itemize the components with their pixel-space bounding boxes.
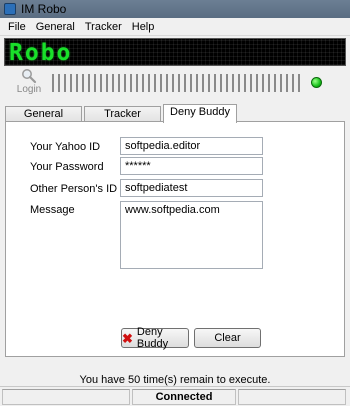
- menu-general[interactable]: General: [31, 21, 80, 33]
- status-cell-right: [238, 389, 346, 405]
- execution-remaining-message: You have 50 time(s) remain to execute.: [79, 374, 271, 386]
- tab-tracker[interactable]: Tracker: [84, 106, 161, 122]
- connection-status: Connected: [132, 389, 236, 405]
- menu-tracker[interactable]: Tracker: [80, 21, 127, 33]
- deny-buddy-button[interactable]: ✖ Deny Buddy: [121, 326, 189, 350]
- clear-button[interactable]: Clear: [194, 328, 261, 348]
- tab-strip: General Tracker Deny Buddy: [5, 104, 345, 123]
- status-cell-left: [2, 389, 130, 405]
- window-title: IM Robo: [21, 2, 67, 16]
- password-label: Your Password: [30, 161, 104, 173]
- yahoo-id-field[interactable]: softpedia.editor: [120, 137, 263, 155]
- menu-file[interactable]: File: [3, 21, 31, 33]
- message-label: Message: [30, 204, 75, 216]
- status-bar: Connected: [0, 386, 350, 406]
- activity-meter: [52, 74, 304, 92]
- password-field[interactable]: ******: [120, 157, 263, 175]
- message-field[interactable]: www.softpedia.com: [120, 201, 263, 269]
- lcd-banner-text: Robo: [9, 40, 73, 66]
- magnifier-icon: [21, 68, 37, 84]
- tab-deny-buddy[interactable]: Deny Buddy: [163, 104, 237, 123]
- tab-general[interactable]: General: [5, 106, 82, 122]
- app-icon: [4, 3, 16, 15]
- other-person-id-label: Other Person's ID: [30, 183, 118, 195]
- login-button[interactable]: Login: [14, 68, 44, 100]
- menu-help[interactable]: Help: [127, 21, 160, 33]
- menu-bar: File General Tracker Help: [0, 18, 350, 36]
- title-bar: IM Robo: [0, 0, 350, 18]
- lcd-banner: Robo: [4, 38, 346, 66]
- status-led-icon: [311, 77, 322, 88]
- deny-buddy-panel: Your Yahoo ID softpedia.editor Your Pass…: [5, 121, 345, 357]
- yahoo-id-label: Your Yahoo ID: [30, 141, 101, 153]
- deny-x-icon: ✖: [122, 330, 133, 346]
- other-person-id-field[interactable]: softpediatest: [120, 179, 263, 197]
- login-label: Login: [16, 84, 42, 95]
- toolbar: Login: [4, 68, 346, 102]
- deny-buddy-button-label: Deny Buddy: [136, 326, 169, 350]
